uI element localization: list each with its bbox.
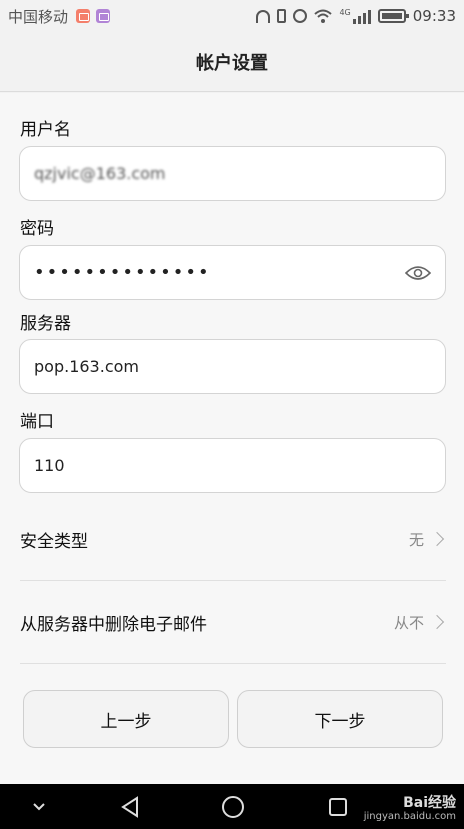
wifi-icon — [314, 9, 333, 23]
network-label: 4G — [339, 8, 351, 17]
security-type-value: 无 — [408, 530, 424, 549]
delete-email-label: 从服务器中删除电子邮件 — [20, 614, 207, 635]
account-settings-form: 用户名 qzjvic@163.com 密码 •••••••••••••• 服务器… — [0, 93, 464, 784]
server-value: pop.163.com — [34, 357, 139, 376]
username-label: 用户名 — [20, 120, 71, 140]
back-icon[interactable] — [110, 784, 150, 829]
baidu-watermark: Bai经验 jingyan.baidu.com — [363, 795, 456, 823]
password-value: •••••••••••••• — [34, 262, 211, 283]
mail-notification-icon — [76, 9, 91, 23]
navigation-bar: Bai经验 jingyan.baidu.com — [0, 784, 464, 829]
port-label: 端口 — [20, 412, 54, 432]
username-field[interactable]: qzjvic@163.com — [19, 146, 446, 201]
watermark-url: jingyan.baidu.com — [363, 811, 456, 823]
status-bar: 中国移动 4G 09:33 — [0, 0, 464, 32]
chevron-down-icon[interactable] — [22, 784, 56, 829]
prev-step-button[interactable]: 上一步 — [23, 690, 229, 748]
recents-icon[interactable] — [318, 784, 358, 829]
chevron-right-icon — [429, 531, 445, 547]
headphone-icon — [256, 9, 271, 23]
eye-icon[interactable] — [405, 265, 431, 281]
server-label: 服务器 — [20, 314, 71, 334]
page-title: 帐户设置 — [196, 52, 268, 74]
divider — [20, 663, 446, 664]
port-field[interactable]: 110 — [19, 438, 446, 493]
username-value: qzjvic@163.com — [34, 164, 166, 183]
alarm-icon — [293, 9, 308, 23]
title-bar: 帐户设置 — [0, 32, 464, 92]
delete-email-row[interactable]: 从服务器中删除电子邮件 从不 — [20, 592, 446, 652]
password-label: 密码 — [20, 219, 54, 239]
delete-email-value: 从不 — [393, 613, 424, 632]
port-value: 110 — [34, 456, 65, 475]
security-type-label: 安全类型 — [20, 531, 88, 552]
battery-icon — [377, 9, 409, 23]
clock: 09:33 — [412, 7, 456, 25]
next-step-button[interactable]: 下一步 — [237, 690, 443, 748]
chevron-right-icon — [429, 614, 445, 630]
home-icon[interactable] — [213, 784, 253, 829]
gallery-notification-icon — [96, 9, 111, 23]
security-type-row[interactable]: 安全类型 无 — [20, 509, 446, 569]
watermark-brand: Bai经验 — [403, 795, 456, 811]
password-field[interactable]: •••••••••••••• — [19, 245, 446, 300]
server-field[interactable]: pop.163.com — [19, 339, 446, 394]
vibrate-icon — [277, 9, 287, 23]
signal-icon: 4G — [339, 8, 371, 24]
carrier-name: 中国移动 — [8, 7, 69, 26]
divider — [20, 580, 446, 581]
